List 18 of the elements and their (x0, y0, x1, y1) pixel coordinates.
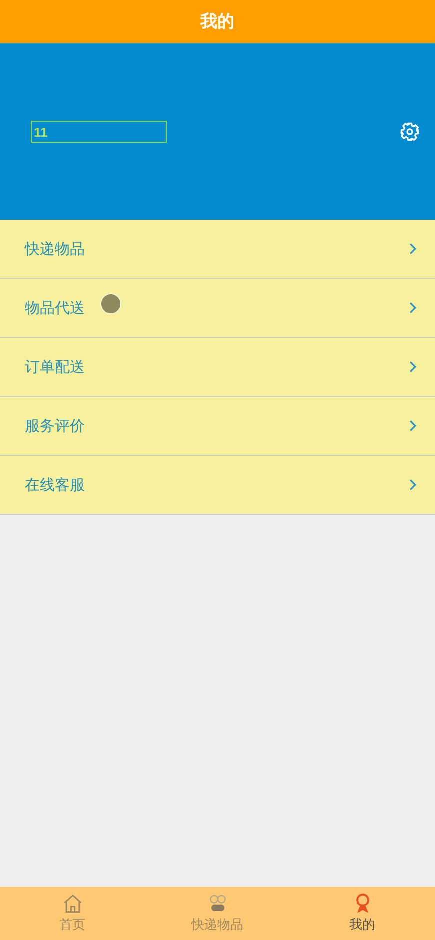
chevron-right-icon (409, 301, 417, 315)
chevron-right-icon (409, 242, 417, 256)
chevron-right-icon (409, 478, 417, 492)
tab-item[interactable]: 我的 (290, 887, 435, 940)
chevron-right-icon (409, 419, 417, 433)
chevron-right-icon (409, 360, 417, 374)
name-field[interactable]: 11 (31, 121, 167, 143)
tab-item[interactable]: 首页 (0, 887, 145, 940)
menu-item[interactable]: 在线客服 (0, 456, 435, 515)
menu-item[interactable]: 物品代送 (0, 279, 435, 338)
menu-item[interactable]: 快递物品 (0, 220, 435, 279)
settings-icon[interactable] (400, 122, 420, 142)
menu-item[interactable]: 订单配送 (0, 338, 435, 397)
page-title: 我的 (200, 11, 234, 33)
menu-item[interactable]: 服务评价 (0, 397, 435, 456)
touch-indicator-icon (100, 293, 122, 315)
tab-item[interactable]: 快递物品 (145, 887, 290, 940)
home-icon (62, 893, 84, 915)
